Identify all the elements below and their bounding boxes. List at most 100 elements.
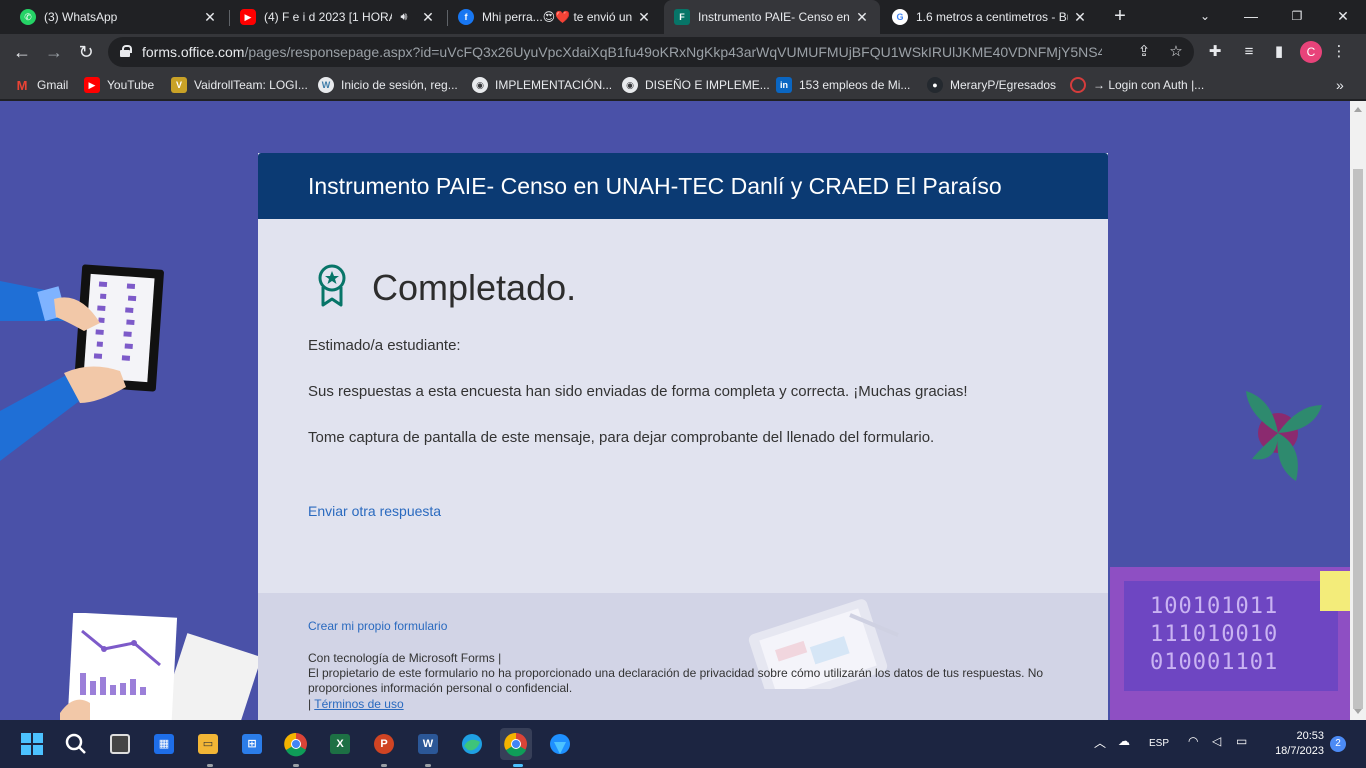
store-button[interactable]: ⊞	[236, 728, 268, 760]
form-title: Instrumento PAIE- Censo en UNAH-TEC Danl…	[308, 173, 1002, 199]
tab-google[interactable]: G 1.6 metros a centimetros - Bu ✕	[882, 0, 1098, 34]
volume-icon[interactable]: ◁	[1212, 734, 1221, 748]
battery-icon[interactable]: ▭	[1236, 734, 1247, 748]
task-view-button[interactable]	[104, 728, 136, 760]
edge-button[interactable]	[456, 728, 488, 760]
scroll-up-icon[interactable]	[1354, 107, 1362, 112]
word-button[interactable]: W	[412, 728, 444, 760]
start-button[interactable]	[16, 728, 48, 760]
tab-youtube[interactable]: ▶ (4) F e i d 2023 [1 HORA] 🔊︎ ✕	[230, 0, 446, 34]
excel-button[interactable]: X	[324, 728, 356, 760]
tray-overflow-icon[interactable]: ︿	[1094, 734, 1106, 751]
auth-icon	[1070, 77, 1086, 93]
tab-search-icon[interactable]: ⌄	[1182, 0, 1228, 34]
bookmark-label: Gmail	[37, 78, 69, 92]
excel-icon: X	[330, 734, 350, 754]
language-indicator[interactable]: ESP	[1149, 738, 1169, 749]
scrollbar-thumb[interactable]	[1353, 169, 1363, 709]
running-indicator	[207, 764, 213, 767]
close-icon[interactable]: ✕	[854, 9, 870, 26]
privacy-notice-line-2: proporciones información personal o conf…	[308, 681, 573, 695]
extensions-icon[interactable]: ✚	[1204, 41, 1226, 63]
share-icon[interactable]: ⇪	[1134, 42, 1154, 62]
terms-of-use-link[interactable]: Términos de uso	[314, 697, 403, 711]
file-explorer-button[interactable]: ▭	[192, 728, 224, 760]
notification-badge[interactable]: 2	[1330, 736, 1346, 752]
running-indicator	[381, 764, 387, 767]
word-icon: W	[418, 734, 438, 754]
folder-icon: ▭	[198, 734, 218, 754]
widgets-button[interactable]: ▦	[148, 728, 180, 760]
close-icon[interactable]: ✕	[636, 9, 652, 26]
bookmark-star-icon[interactable]: ☆	[1166, 42, 1186, 62]
menu-icon[interactable]: ⋮	[1328, 41, 1350, 63]
privacy-notice-line-1: El propietario de este formulario no ha …	[308, 666, 1044, 680]
tab-strip: ✆ (3) WhatsApp ✕ ▶ (4) F e i d 2023 [1 H…	[0, 0, 1366, 34]
weather-cloud-icon[interactable]: ☁	[1118, 734, 1130, 748]
bookmark-implementacion[interactable]: ◉ IMPLEMENTACIÓN...	[472, 76, 612, 94]
clock[interactable]: 20:53 18/7/2023	[1266, 729, 1324, 759]
bookmark-github[interactable]: ● MeraryP/Egresados	[927, 76, 1056, 94]
speaker-icon[interactable]: 🔊︎	[396, 11, 412, 24]
bookmark-diseno[interactable]: ◉ DISEÑO E IMPLEME...	[622, 76, 770, 94]
chrome-active-button[interactable]	[500, 728, 532, 760]
search-button[interactable]	[60, 728, 92, 760]
more-bookmarks-icon[interactable]: »	[1336, 76, 1344, 94]
bookmark-auth[interactable]: → Login con Auth |...	[1070, 76, 1204, 94]
back-button[interactable]: ←	[8, 38, 36, 66]
bookmark-gmail[interactable]: M Gmail	[14, 76, 69, 94]
chrome-button[interactable]	[280, 728, 312, 760]
close-icon[interactable]: ✕	[202, 9, 218, 26]
bookmark-label: MeraryP/Egresados	[950, 78, 1057, 92]
page-viewport: 100101011 111010010 010001101 Instrument…	[0, 101, 1350, 720]
plant-leaves-illustration	[1246, 391, 1322, 481]
url-path: /pages/responsepage.aspx?id=uVcFQ3x26Uyu…	[244, 44, 1102, 60]
close-icon[interactable]: ✕	[420, 9, 436, 26]
tab-facebook[interactable]: f Mhi perra...😍❤️ te envió un ✕	[448, 0, 662, 34]
tab-title: Instrumento PAIE- Censo en UN	[698, 10, 850, 24]
bookmark-wordpress[interactable]: W Inicio de sesión, reg...	[318, 76, 458, 94]
tab-whatsapp[interactable]: ✆ (3) WhatsApp ✕	[10, 0, 228, 34]
app-button[interactable]	[544, 728, 576, 760]
bookmark-label: VaidrollTeam: LOGI...	[194, 78, 308, 92]
vaidroll-icon: V	[171, 77, 187, 93]
tab-forms[interactable]: F Instrumento PAIE- Censo en UN ✕	[664, 0, 880, 34]
media-control-icon[interactable]: ≡	[1238, 41, 1260, 63]
clock-date: 18/7/2023	[1275, 745, 1324, 757]
profile-avatar[interactable]: C	[1300, 41, 1322, 63]
binary-display: 100101011 111010010 010001101	[1150, 593, 1278, 677]
running-indicator	[293, 764, 299, 767]
windows-taskbar: ▦ ▭ ⊞ X P W ︿ ☁ ESP ◠ ◁ ▭ 20:53 18/7/202…	[0, 720, 1366, 768]
widgets-icon: ▦	[154, 734, 174, 754]
search-icon	[65, 733, 86, 754]
restore-button[interactable]: ❐	[1274, 0, 1320, 34]
page-scrollbar[interactable]	[1350, 101, 1366, 720]
youtube-icon: ▶	[84, 77, 100, 93]
sticky-note	[1320, 571, 1350, 611]
bookmark-linkedin[interactable]: in 153 empleos de Mi...	[776, 76, 910, 94]
side-panel-icon[interactable]: ▮	[1268, 41, 1290, 63]
tab-title: 1.6 metros a centimetros - Bu	[916, 10, 1068, 24]
create-form-link[interactable]: Crear mi propio formulario	[308, 619, 447, 633]
reload-button[interactable]: ↻	[72, 38, 100, 66]
submit-another-link[interactable]: Enviar otra respuesta	[308, 503, 441, 519]
tab-title: (4) F e i d 2023 [1 HORA]	[264, 10, 392, 24]
wifi-icon[interactable]: ◠	[1188, 734, 1198, 748]
forward-button[interactable]: →	[40, 38, 68, 66]
bookmark-vaidroll[interactable]: V VaidrollTeam: LOGI...	[171, 76, 308, 94]
new-tab-button[interactable]: +	[1108, 4, 1132, 30]
bookmark-youtube[interactable]: ▶ YouTube	[84, 76, 154, 94]
linkedin-icon: in	[776, 77, 792, 93]
minimize-button[interactable]: —	[1228, 0, 1274, 34]
url-text: forms.office.com/pages/responsepage.aspx…	[142, 44, 1102, 60]
greeting-text: Estimado/a estudiante:	[308, 337, 461, 354]
close-icon[interactable]: ✕	[1072, 9, 1088, 26]
monitor-illustration: 100101011 111010010 010001101	[1110, 567, 1350, 720]
scroll-down-icon[interactable]	[1354, 709, 1362, 714]
powerpoint-button[interactable]: P	[368, 728, 400, 760]
address-bar[interactable]: forms.office.com/pages/responsepage.aspx…	[108, 37, 1194, 67]
close-window-button[interactable]: ✕	[1320, 0, 1366, 34]
clock-time: 20:53	[1296, 730, 1324, 742]
forms-icon: F	[674, 9, 690, 25]
globe-icon: ◉	[622, 77, 638, 93]
